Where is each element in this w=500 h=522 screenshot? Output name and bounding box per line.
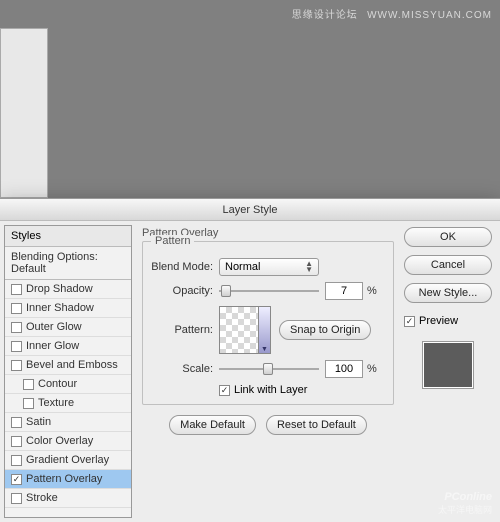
- style-item-inner-glow[interactable]: Inner Glow: [5, 337, 131, 356]
- style-item-label: Color Overlay: [26, 435, 93, 447]
- style-item-outer-glow[interactable]: Outer Glow: [5, 318, 131, 337]
- style-item-contour[interactable]: Contour: [5, 375, 131, 394]
- fieldset-legend: Pattern: [151, 235, 194, 247]
- style-item-bevel-and-emboss[interactable]: Bevel and Emboss: [5, 356, 131, 375]
- style-item-inner-shadow[interactable]: Inner Shadow: [5, 299, 131, 318]
- right-column: OK Cancel New Style... ✓ Preview: [404, 221, 500, 522]
- style-item-gradient-overlay[interactable]: Gradient Overlay: [5, 451, 131, 470]
- watermark-brand: PConline: [444, 491, 492, 503]
- style-item-label: Drop Shadow: [26, 283, 93, 295]
- chevron-down-icon: ▼: [258, 307, 270, 353]
- checkbox[interactable]: [11, 436, 22, 447]
- style-item-label: Inner Glow: [26, 340, 79, 352]
- watermark-top-url: WWW.MISSYUAN.COM: [367, 10, 492, 21]
- checkbox[interactable]: [11, 322, 22, 333]
- styles-column: Styles Blending Options: Default Drop Sh…: [4, 225, 132, 518]
- style-item-label: Contour: [38, 378, 77, 390]
- dialog-body: Styles Blending Options: Default Drop Sh…: [0, 221, 500, 522]
- preview-label: Preview: [419, 315, 458, 327]
- link-label: Link with Layer: [234, 384, 307, 396]
- style-item-label: Gradient Overlay: [26, 454, 109, 466]
- link-checkbox[interactable]: ✓: [219, 385, 230, 396]
- preview-checkbox[interactable]: ✓: [404, 316, 415, 327]
- style-item-label: Bevel and Emboss: [26, 359, 118, 371]
- make-default-button[interactable]: Make Default: [169, 415, 256, 435]
- style-item-label: Satin: [26, 416, 51, 428]
- scale-input[interactable]: 100: [325, 360, 363, 378]
- percent-label: %: [367, 363, 377, 375]
- opacity-label: Opacity:: [151, 285, 213, 297]
- style-item-label: Texture: [38, 397, 74, 409]
- checkbox[interactable]: ✓: [11, 474, 22, 485]
- opacity-slider[interactable]: [219, 285, 319, 297]
- default-buttons-row: Make Default Reset to Default: [142, 415, 394, 435]
- checkbox[interactable]: [11, 303, 22, 314]
- style-item-label: Stroke: [26, 492, 58, 504]
- settings-column: Pattern Overlay Pattern Blend Mode: Norm…: [132, 221, 404, 522]
- cancel-button[interactable]: Cancel: [404, 255, 492, 275]
- snap-to-origin-button[interactable]: Snap to Origin: [279, 320, 371, 340]
- background-panel: [0, 28, 48, 198]
- style-item-color-overlay[interactable]: Color Overlay: [5, 432, 131, 451]
- link-with-layer-row[interactable]: ✓ Link with Layer: [219, 384, 385, 396]
- watermark-top-text: 思缘设计论坛: [292, 10, 358, 21]
- style-item-drop-shadow[interactable]: Drop Shadow: [5, 280, 131, 299]
- blend-mode-select[interactable]: Normal ▲▼: [219, 258, 319, 276]
- checkbox[interactable]: [23, 398, 34, 409]
- checkbox[interactable]: [11, 341, 22, 352]
- blend-mode-label: Blend Mode:: [151, 261, 213, 273]
- reset-default-button[interactable]: Reset to Default: [266, 415, 367, 435]
- dialog-titlebar[interactable]: Layer Style: [0, 199, 500, 221]
- opacity-input[interactable]: 7: [325, 282, 363, 300]
- checkbox[interactable]: [11, 284, 22, 295]
- style-item-label: Inner Shadow: [26, 302, 94, 314]
- scale-label: Scale:: [151, 363, 213, 375]
- scale-slider[interactable]: [219, 363, 319, 375]
- checkbox[interactable]: [23, 379, 34, 390]
- style-item-label: Outer Glow: [26, 321, 82, 333]
- style-item-label: Pattern Overlay: [26, 473, 102, 485]
- new-style-button[interactable]: New Style...: [404, 283, 492, 303]
- blending-options-row[interactable]: Blending Options: Default: [5, 247, 131, 280]
- ok-button[interactable]: OK: [404, 227, 492, 247]
- style-item-stroke[interactable]: Stroke: [5, 489, 131, 508]
- style-list: Drop Shadow Inner Shadow Outer Glow Inner G…: [5, 280, 131, 517]
- scale-row: Scale: 100 %: [151, 360, 385, 378]
- layer-style-dialog: Layer Style Styles Blending Options: Def…: [0, 198, 500, 522]
- style-item-pattern-overlay[interactable]: ✓ Pattern Overlay: [5, 470, 131, 489]
- blend-mode-row: Blend Mode: Normal ▲▼: [151, 258, 385, 276]
- opacity-row: Opacity: 7 %: [151, 282, 385, 300]
- pattern-label: Pattern:: [151, 324, 213, 336]
- watermark-top: 思缘设计论坛 WWW.MISSYUAN.COM: [287, 6, 492, 21]
- preview-swatch: [422, 341, 474, 389]
- pattern-picker[interactable]: ▼: [219, 306, 271, 354]
- preview-toggle[interactable]: ✓ Preview: [404, 315, 492, 327]
- blend-mode-value: Normal: [225, 261, 260, 273]
- checkbox[interactable]: [11, 493, 22, 504]
- style-item-satin[interactable]: Satin: [5, 413, 131, 432]
- checkbox[interactable]: [11, 417, 22, 428]
- checkbox[interactable]: [11, 360, 22, 371]
- pattern-fieldset: Pattern Blend Mode: Normal ▲▼ Opacity: 7…: [142, 241, 394, 405]
- style-item-texture[interactable]: Texture: [5, 394, 131, 413]
- updown-icon: ▲▼: [305, 261, 313, 273]
- watermark-sub: 太平洋电脑网: [438, 503, 492, 516]
- watermark-bottom: PConline 太平洋电脑网: [438, 487, 492, 516]
- styles-header[interactable]: Styles: [5, 226, 131, 247]
- checkbox[interactable]: [11, 455, 22, 466]
- pattern-row: Pattern: ▼ Snap to Origin: [151, 306, 385, 354]
- percent-label: %: [367, 285, 377, 297]
